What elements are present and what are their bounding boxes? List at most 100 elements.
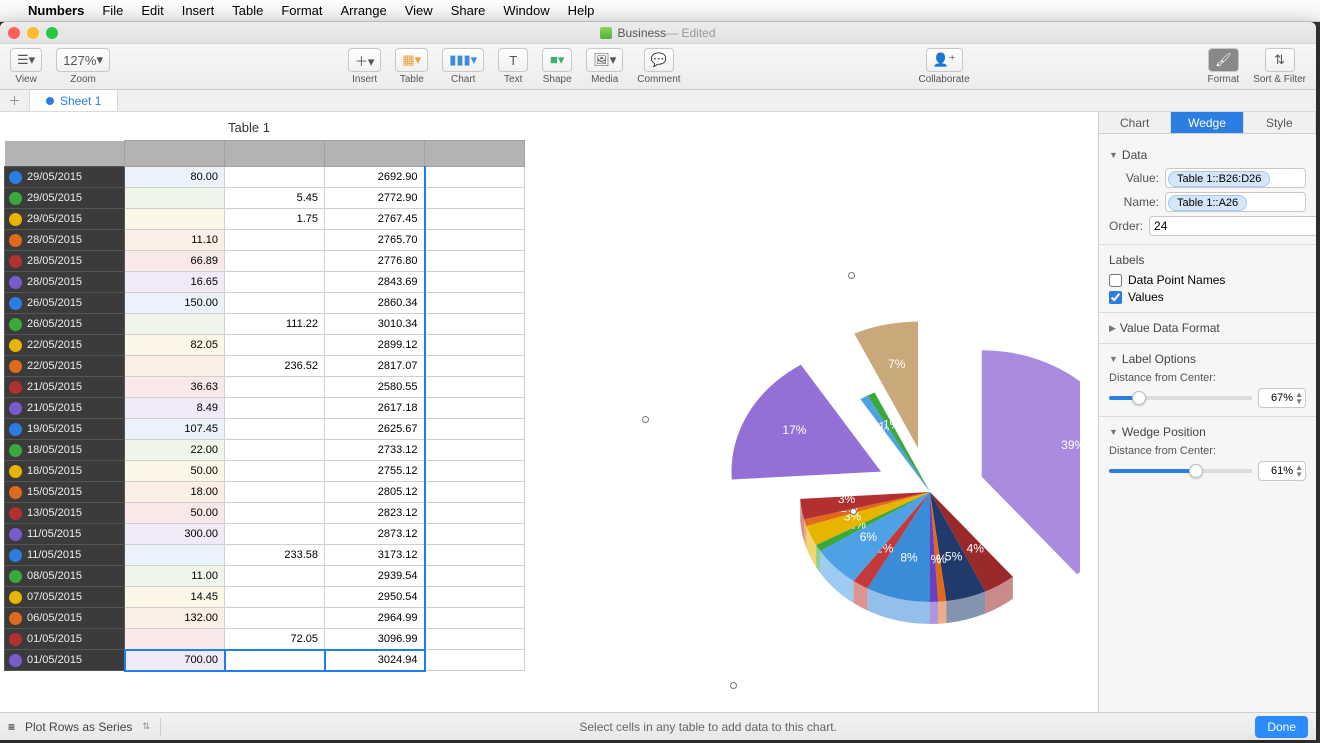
cell[interactable]: 16.65: [125, 272, 225, 293]
section-value-data-format[interactable]: ▶Value Data Format: [1109, 321, 1306, 335]
row-header[interactable]: 26/05/2015: [5, 314, 125, 335]
cell[interactable]: [425, 440, 525, 461]
cell[interactable]: [225, 377, 325, 398]
cell[interactable]: 72.05: [225, 629, 325, 650]
cell[interactable]: [425, 524, 525, 545]
cell[interactable]: 11.10: [125, 230, 225, 251]
cell[interactable]: [225, 251, 325, 272]
cell[interactable]: 82.05: [125, 335, 225, 356]
cell[interactable]: 2625.67: [325, 419, 425, 440]
sort-filter-button[interactable]: ⇅: [1265, 48, 1295, 72]
cell[interactable]: 111.22: [225, 314, 325, 335]
column-header[interactable]: [325, 141, 425, 167]
menu-arrange[interactable]: Arrange: [340, 3, 386, 18]
format-panel-button[interactable]: 🖌: [1208, 48, 1239, 72]
menu-file[interactable]: File: [102, 3, 123, 18]
cell[interactable]: [425, 251, 525, 272]
window-close-button[interactable]: [8, 27, 20, 39]
row-header[interactable]: 08/05/2015: [5, 566, 125, 587]
cell[interactable]: [425, 209, 525, 230]
row-header[interactable]: 28/05/2015: [5, 251, 125, 272]
cell[interactable]: 2580.55: [325, 377, 425, 398]
cell[interactable]: 2964.99: [325, 608, 425, 629]
cell[interactable]: 150.00: [125, 293, 225, 314]
cell[interactable]: 18.00: [125, 482, 225, 503]
pie-chart[interactable]: 39%4%5%1%1%8%2%6%1%3%1%3%17%1%1%7%: [600, 192, 1080, 712]
cell[interactable]: [125, 188, 225, 209]
row-header[interactable]: 06/05/2015: [5, 608, 125, 629]
window-minimize-button[interactable]: [27, 27, 39, 39]
selection-handle[interactable]: [642, 416, 649, 423]
cell[interactable]: 2776.80: [325, 251, 425, 272]
cell[interactable]: 2860.34: [325, 293, 425, 314]
cell[interactable]: 2755.12: [325, 461, 425, 482]
cell[interactable]: [425, 545, 525, 566]
cell[interactable]: 2733.12: [325, 440, 425, 461]
cell[interactable]: [225, 524, 325, 545]
cell[interactable]: [425, 272, 525, 293]
cell[interactable]: [425, 167, 525, 188]
cell[interactable]: [425, 398, 525, 419]
sheet-tab[interactable]: Sheet 1: [30, 90, 118, 111]
cell[interactable]: 2765.70: [325, 230, 425, 251]
cell[interactable]: 236.52: [225, 356, 325, 377]
inspector-tab-style[interactable]: Style: [1244, 112, 1316, 133]
cell[interactable]: [225, 461, 325, 482]
cell[interactable]: 3096.99: [325, 629, 425, 650]
cell[interactable]: [425, 587, 525, 608]
cell[interactable]: 50.00: [125, 461, 225, 482]
cell[interactable]: [425, 482, 525, 503]
selection-handle[interactable]: [850, 508, 857, 515]
cell[interactable]: [125, 209, 225, 230]
cell[interactable]: 3024.94: [325, 650, 425, 671]
row-header[interactable]: 19/05/2015: [5, 419, 125, 440]
label-distance-slider[interactable]: [1109, 396, 1252, 400]
cell[interactable]: 107.45: [125, 419, 225, 440]
cell[interactable]: 66.89: [125, 251, 225, 272]
name-ref-field[interactable]: Table 1::A26: [1165, 192, 1306, 212]
menu-format[interactable]: Format: [281, 3, 322, 18]
cell[interactable]: 300.00: [125, 524, 225, 545]
cell[interactable]: [225, 482, 325, 503]
cell[interactable]: [425, 503, 525, 524]
section-label-options[interactable]: ▼Label Options: [1109, 352, 1306, 366]
row-header[interactable]: 29/05/2015: [5, 209, 125, 230]
cell[interactable]: [225, 335, 325, 356]
cell[interactable]: 2617.18: [325, 398, 425, 419]
cell[interactable]: [225, 230, 325, 251]
wedge-distance-value[interactable]: 61%▲▼: [1258, 461, 1306, 481]
column-header[interactable]: [125, 141, 225, 167]
cell[interactable]: [125, 356, 225, 377]
row-header[interactable]: 22/05/2015: [5, 335, 125, 356]
cell[interactable]: [425, 629, 525, 650]
cell[interactable]: 5.45: [225, 188, 325, 209]
table-corner[interactable]: [5, 141, 125, 167]
zoom-select[interactable]: 127% ▾: [56, 48, 110, 72]
media-button[interactable]: 🖼▾: [586, 48, 623, 72]
window-edited-indicator[interactable]: — Edited: [666, 26, 715, 40]
checkbox-data-point-names[interactable]: Data Point Names: [1109, 273, 1306, 287]
cell[interactable]: [425, 188, 525, 209]
chart-button[interactable]: ▮▮▮▾: [442, 48, 484, 72]
add-sheet-button[interactable]: ＋: [0, 90, 30, 111]
cell[interactable]: [425, 356, 525, 377]
cell[interactable]: 700.00: [125, 650, 225, 671]
cell[interactable]: [425, 377, 525, 398]
selection-handle[interactable]: [848, 272, 855, 279]
row-header[interactable]: 11/05/2015: [5, 524, 125, 545]
row-header[interactable]: 29/05/2015: [5, 188, 125, 209]
menu-share[interactable]: Share: [451, 3, 486, 18]
value-ref-field[interactable]: Table 1::B26:D26: [1165, 168, 1306, 188]
plot-series-popup[interactable]: Plot Rows as Series⇅: [25, 720, 150, 734]
insert-button[interactable]: ＋▾: [348, 48, 382, 72]
cell[interactable]: [225, 167, 325, 188]
cell[interactable]: 2772.90: [325, 188, 425, 209]
menu-view[interactable]: View: [405, 3, 433, 18]
row-header[interactable]: 21/05/2015: [5, 398, 125, 419]
row-header[interactable]: 22/05/2015: [5, 356, 125, 377]
cell[interactable]: 2939.54: [325, 566, 425, 587]
row-header[interactable]: 28/05/2015: [5, 230, 125, 251]
cell[interactable]: 2805.12: [325, 482, 425, 503]
cell[interactable]: [225, 419, 325, 440]
wedge-distance-slider[interactable]: [1109, 469, 1252, 473]
